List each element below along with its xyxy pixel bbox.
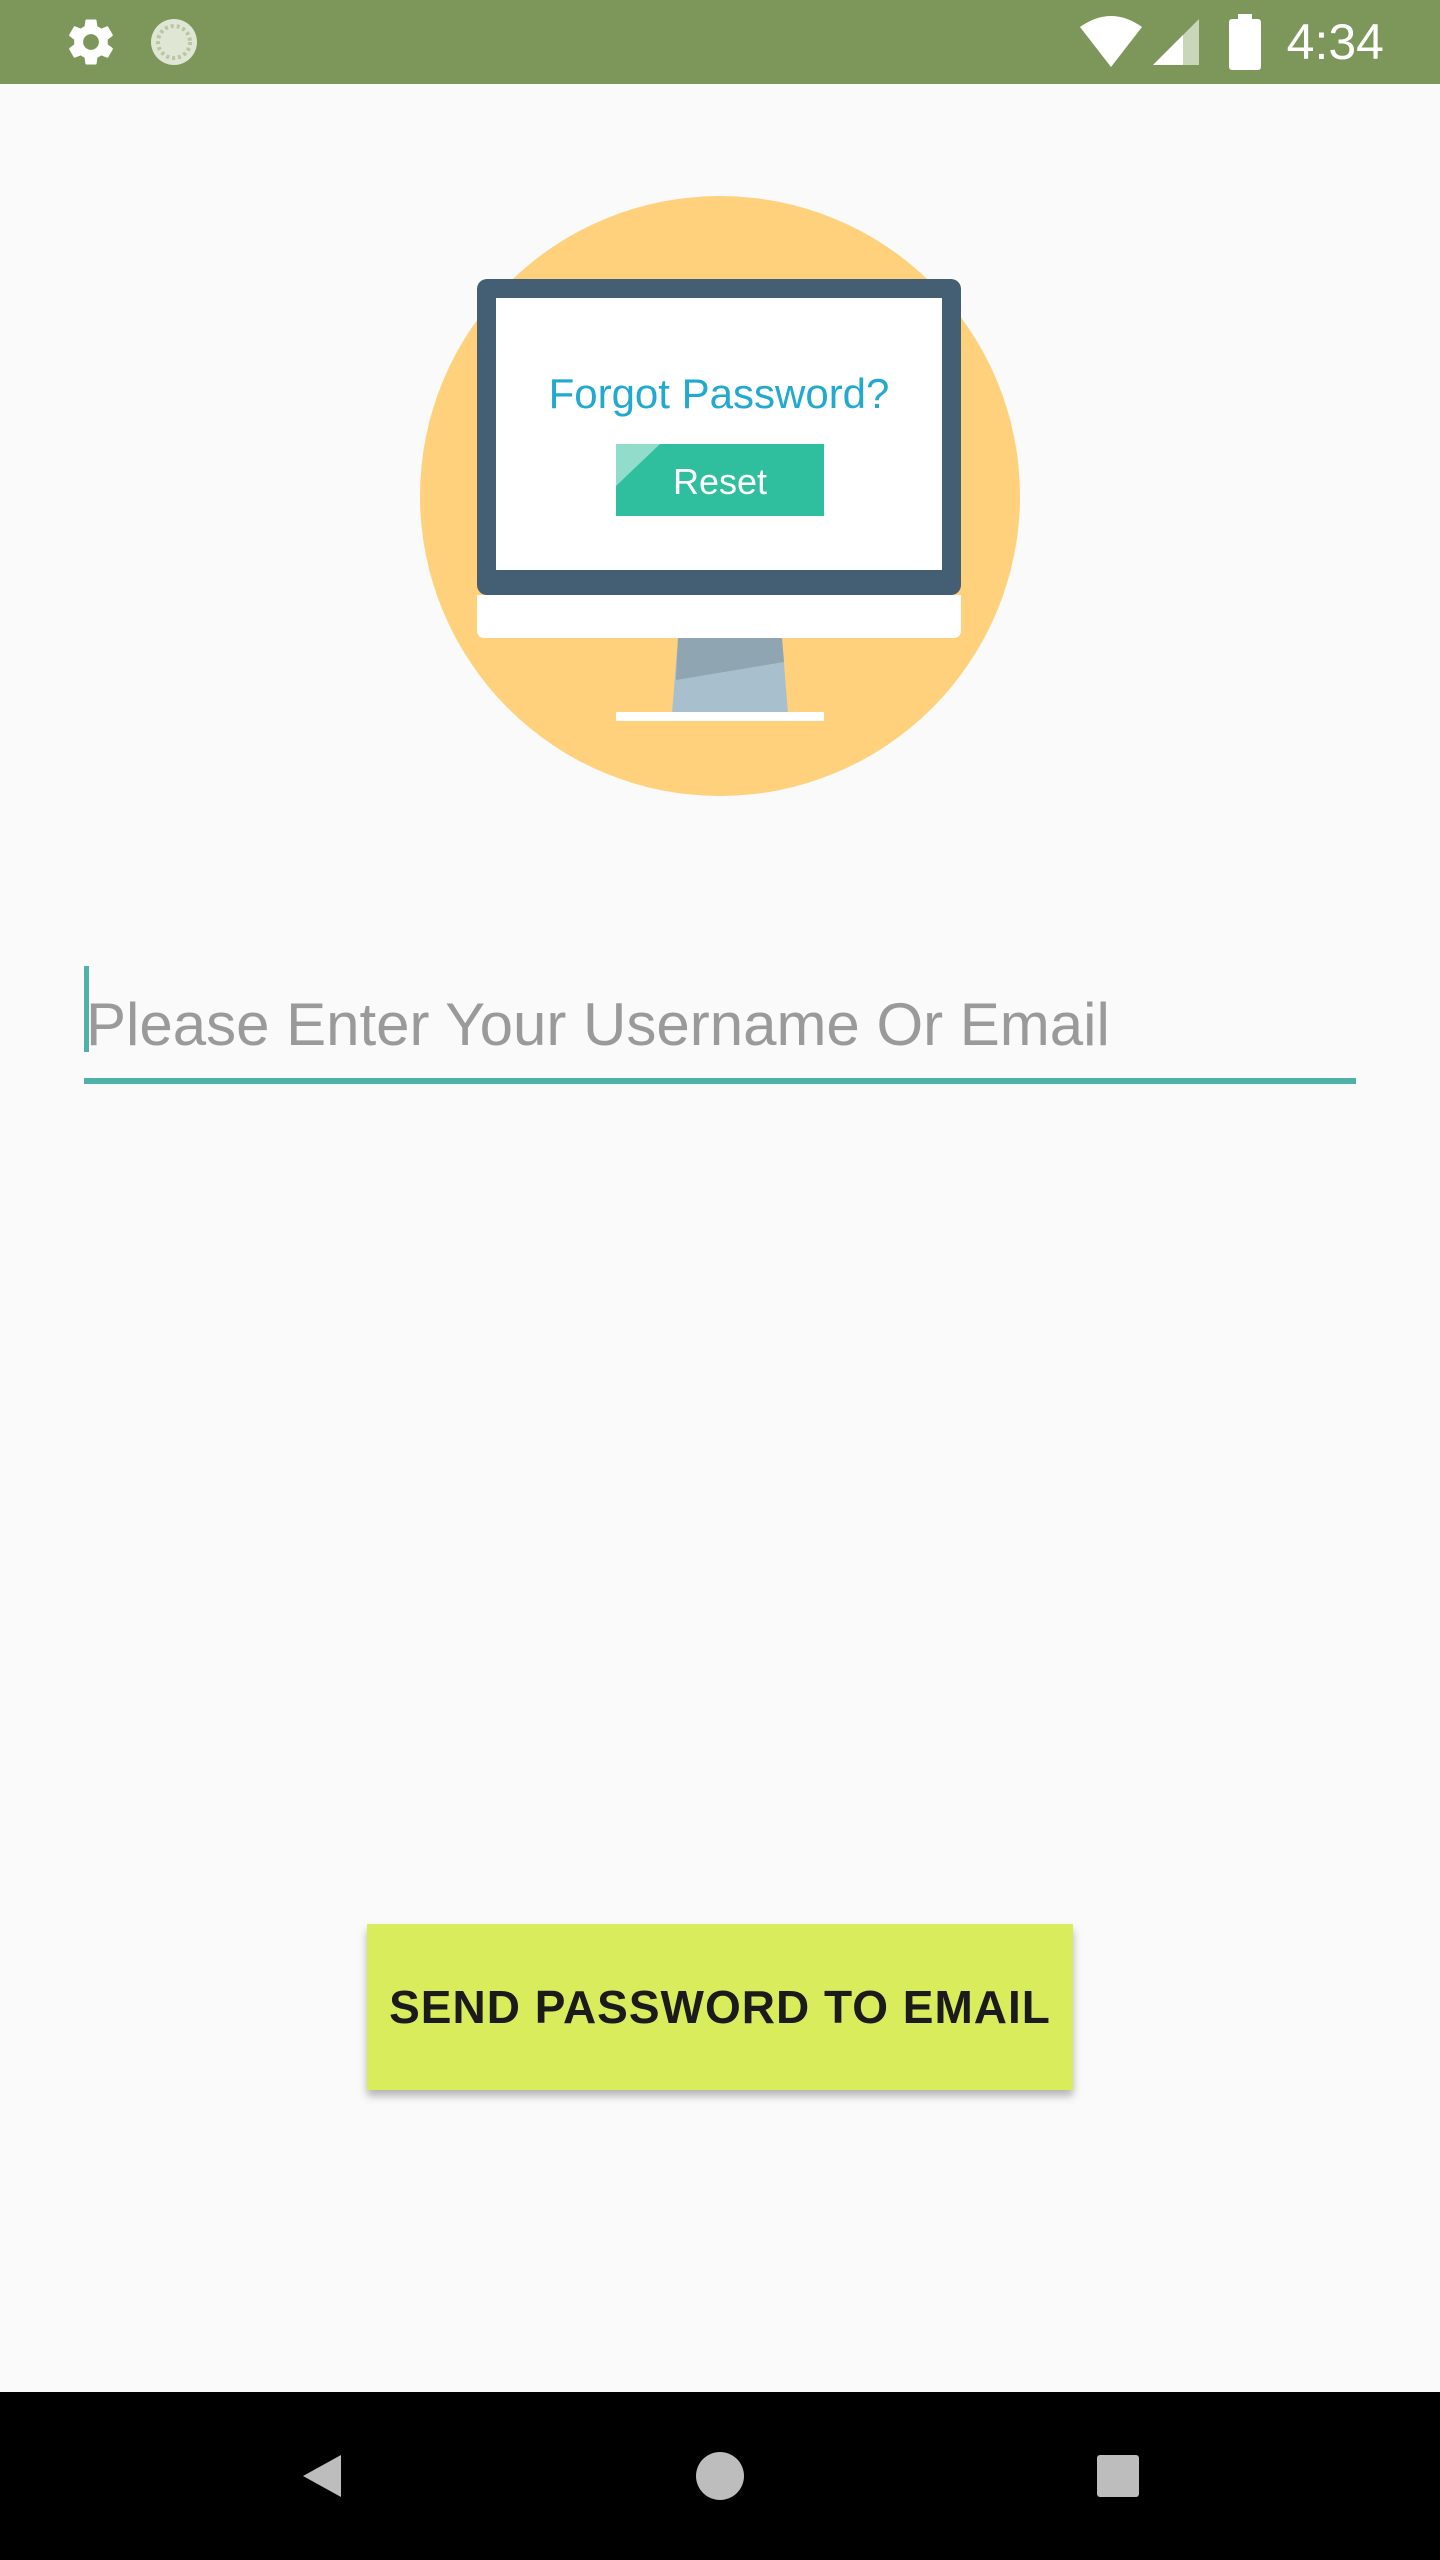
forgot-password-screen: Forgot Password? Reset SEND PASSWORD TO … bbox=[0, 84, 1440, 2392]
wifi-icon bbox=[1076, 0, 1146, 84]
recents-icon[interactable] bbox=[1068, 2426, 1168, 2526]
back-icon[interactable] bbox=[272, 2426, 372, 2526]
monitor-screen bbox=[496, 298, 942, 570]
battery-icon bbox=[1226, 0, 1264, 84]
signal-icon bbox=[1150, 0, 1202, 84]
forgot-password-illustration: Forgot Password? Reset bbox=[420, 196, 1020, 796]
monitor-base bbox=[616, 712, 824, 721]
input-underline bbox=[84, 1078, 1356, 1084]
status-bar: 4:34 bbox=[0, 0, 1440, 84]
loading-icon bbox=[146, 0, 202, 84]
illustration-reset-label: Reset bbox=[673, 461, 767, 502]
text-cursor bbox=[84, 966, 89, 1052]
send-password-button[interactable]: SEND PASSWORD TO EMAIL bbox=[367, 1924, 1073, 2090]
username-email-input[interactable] bbox=[84, 968, 1356, 1080]
home-icon[interactable] bbox=[670, 2426, 770, 2526]
username-email-field[interactable] bbox=[84, 966, 1356, 1086]
gear-icon bbox=[60, 0, 122, 84]
illustration-heading: Forgot Password? bbox=[549, 370, 890, 417]
monitor-chin bbox=[477, 595, 961, 638]
status-time: 4:34 bbox=[1286, 14, 1384, 70]
navigation-bar bbox=[0, 2392, 1440, 2560]
